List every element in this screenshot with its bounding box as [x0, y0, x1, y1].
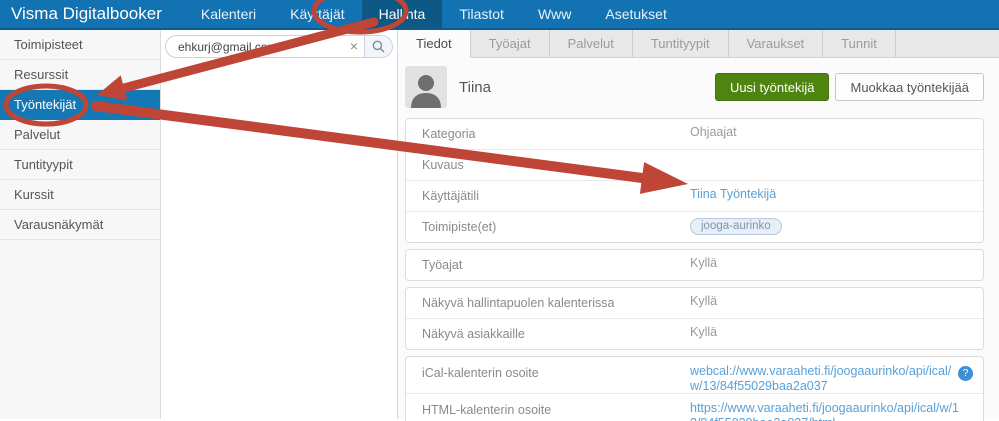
detail-row-ty-ajat: Työajat Kyllä: [406, 250, 983, 280]
tab-tuntityypit[interactable]: Tuntityypit: [633, 30, 729, 57]
row-label: HTML-kalenterin osoite: [422, 403, 552, 417]
row-label: iCal-kalenterin osoite: [422, 366, 539, 380]
tab-tiedot[interactable]: Tiedot: [398, 30, 471, 58]
detail-panels: Kategoria Ohjaajat Kuvaus Käyttäjätili Tiina…: [398, 116, 999, 421]
row-label: Toimipiste(et): [422, 220, 497, 234]
detail-panel: Kategoria Ohjaajat Kuvaus Käyttäjätili Tiina…: [405, 118, 984, 243]
search-column: ×: [161, 30, 398, 419]
detail-panel: iCal-kalenterin osoite webcal://www.varaa…: [405, 356, 984, 421]
nav-item-kalenteri[interactable]: Kalenteri: [184, 0, 273, 28]
sidebar-item-toimipisteet[interactable]: Toimipisteet: [0, 30, 160, 60]
row-value: jooga-aurinko: [690, 218, 970, 235]
sidebar-item-tuntityypit[interactable]: Tuntityypit: [0, 150, 160, 180]
detail-row-n-kyv-asiakkaille: Näkyvä asiakkaille Kyllä: [406, 319, 983, 349]
row-value: https://www.varaaheti.fi/joogaaurinko/ap…: [690, 401, 962, 421]
person-icon: [411, 75, 441, 108]
sidebar-item-ty-ntekij-t[interactable]: Työntekijät: [0, 90, 160, 120]
nav-item-k-ytt-j-t[interactable]: Käyttäjät: [273, 0, 361, 28]
detail-panel: Näkyvä hallintapuolen kalenterissa Kyllä N…: [405, 287, 984, 350]
search-input[interactable]: [166, 36, 344, 57]
edit-employee-button[interactable]: Muokkaa työntekijää: [835, 73, 984, 101]
location-badge: jooga-aurinko: [690, 218, 782, 235]
search-box: ×: [165, 35, 393, 58]
search-button[interactable]: [364, 36, 392, 57]
avatar: [405, 66, 447, 108]
row-value-link[interactable]: https://www.varaaheti.fi/joogaaurinko/ap…: [690, 401, 959, 421]
visma-digitalbooker-app: Visma Digitalbooker Kalenteri Käyttäjät Ha…: [0, 0, 999, 421]
tab-varaukset[interactable]: Varaukset: [729, 30, 824, 57]
row-value: Kyllä: [690, 325, 718, 339]
sidebar-item-kurssit[interactable]: Kurssit: [0, 180, 160, 210]
row-value: Tiina Työntekijä: [690, 187, 970, 201]
detail-row-toimipiste-et: Toimipiste(et) jooga-aurinko: [406, 212, 983, 242]
nav-item-www[interactable]: Www: [521, 0, 588, 28]
row-value: webcal://www.varaaheti.fi/joogaaurinko/a…: [690, 364, 962, 394]
row-value-link[interactable]: webcal://www.varaaheti.fi/joogaaurinko/a…: [690, 364, 951, 393]
row-label: Kuvaus: [422, 158, 464, 172]
employee-name: Tiina: [459, 78, 491, 96]
help-icon[interactable]: ?: [958, 366, 973, 381]
tab-tunnit[interactable]: Tunnit: [823, 30, 896, 57]
sidebar: Toimipisteet Resurssit Työntekijät Palvelut…: [0, 30, 161, 419]
nav-item-hallinta[interactable]: Hallinta: [361, 0, 443, 28]
detail-row-k-ytt-j-tili: Käyttäjätili Tiina Työntekijä: [406, 181, 983, 212]
nav-item-asetukset[interactable]: Asetukset: [588, 0, 683, 28]
main-content: Tiedot Työajat Palvelut Tuntityypit Varaukse…: [398, 30, 999, 421]
main-nav: Kalenteri Käyttäjät Hallinta Tilastot Www Ase…: [184, 0, 684, 28]
sidebar-item-varausn-kym-t[interactable]: Varausnäkymät: [0, 210, 160, 240]
employee-header: Tiina Uusi työntekijä Muokkaa työntekijä…: [398, 58, 999, 116]
row-label: Työajat: [422, 258, 463, 272]
tab-palvelut[interactable]: Palvelut: [550, 30, 633, 57]
tab-ty-ajat[interactable]: Työajat: [471, 30, 550, 57]
row-label: Kategoria: [422, 127, 476, 141]
top-nav: Visma Digitalbooker Kalenteri Käyttäjät Ha…: [0, 0, 999, 30]
detail-row-ical-kalenterin-osoite: iCal-kalenterin osoite webcal://www.varaa…: [406, 357, 983, 394]
row-value: Kyllä: [690, 256, 718, 270]
sidebar-item-palvelut[interactable]: Palvelut: [0, 120, 160, 150]
row-value-link[interactable]: Tiina Työntekijä: [690, 187, 776, 201]
search-icon: [372, 40, 385, 53]
brand-title[interactable]: Visma Digitalbooker: [0, 0, 184, 28]
detail-row-kategoria: Kategoria Ohjaajat: [406, 119, 983, 150]
tab-strip: Tiedot Työajat Palvelut Tuntityypit Varaukse…: [398, 30, 999, 58]
row-value: Kyllä: [690, 294, 718, 308]
sidebar-item-resurssit[interactable]: Resurssit: [0, 60, 160, 90]
row-label: Näkyvä hallintapuolen kalenterissa: [422, 296, 615, 310]
nav-item-tilastot[interactable]: Tilastot: [442, 0, 521, 28]
clear-icon[interactable]: ×: [344, 36, 364, 57]
row-label: Näkyvä asiakkaille: [422, 327, 525, 341]
new-employee-button[interactable]: Uusi työntekijä: [714, 73, 830, 101]
detail-row-n-kyv-hallintapuolen-kalenterissa: Näkyvä hallintapuolen kalenterissa Kyllä: [406, 288, 983, 319]
row-label: Käyttäjätili: [422, 189, 479, 203]
detail-panel: Työajat Kyllä: [405, 249, 984, 281]
detail-row-html-kalenterin-osoite: HTML-kalenterin osoite https://www.varaah…: [406, 394, 983, 421]
detail-row-kuvaus: Kuvaus: [406, 150, 983, 181]
row-value: Ohjaajat: [690, 125, 737, 139]
